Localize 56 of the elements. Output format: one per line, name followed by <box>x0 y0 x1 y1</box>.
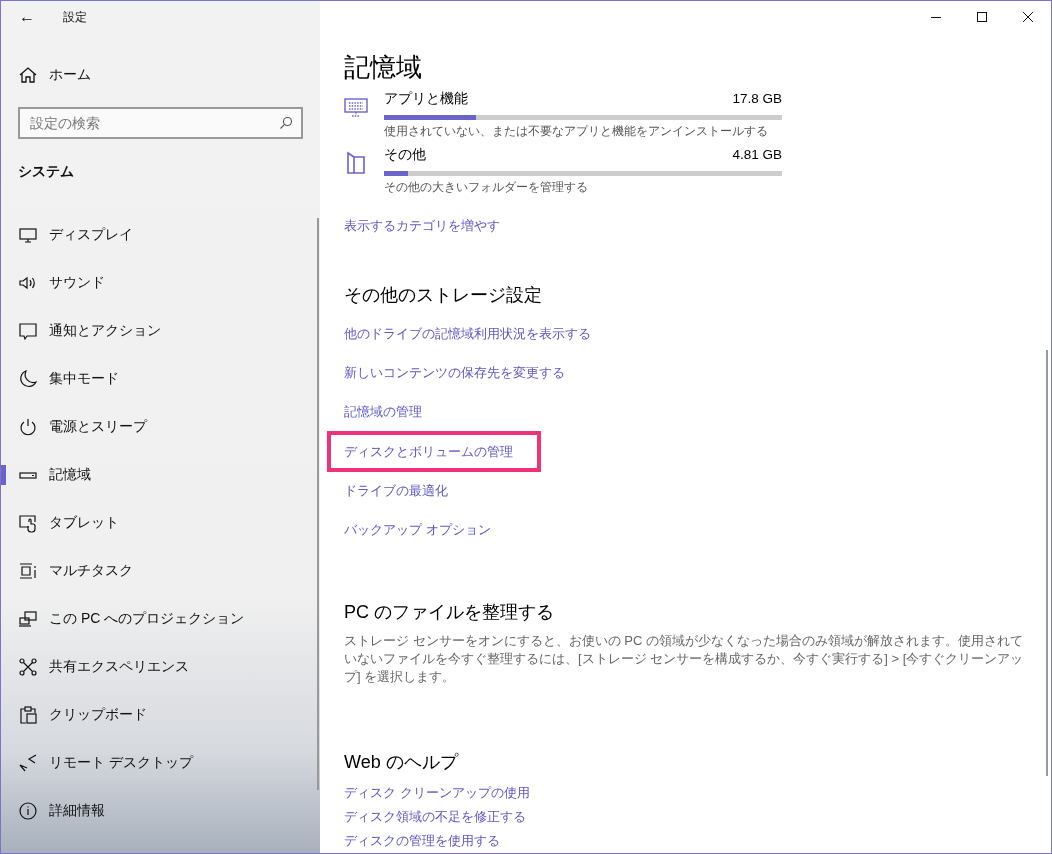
more-categories-link[interactable]: 表示するカテゴリを増やす <box>344 217 500 235</box>
category-size: 4.81 GB <box>732 146 782 164</box>
section-heading: Web のヘルプ <box>344 751 460 774</box>
settings-link[interactable]: 記憶域の管理 <box>344 403 422 421</box>
keyboard-icon <box>344 95 368 119</box>
help-link[interactable]: ディスク クリーンアップの使用 <box>344 784 530 802</box>
maximize-icon <box>977 12 987 22</box>
help-link[interactable]: ディスク領域の不足を修正する <box>344 808 526 826</box>
nav-item[interactable]: 詳細情報 <box>1 787 320 835</box>
tablet-icon <box>18 513 38 533</box>
section-heading: PC のファイルを整理する <box>344 601 555 624</box>
home-nav-item[interactable]: ホーム <box>1 57 320 93</box>
nav-item[interactable]: クリップボード <box>1 691 320 739</box>
multitask-icon <box>18 561 38 581</box>
category-name: その他 <box>384 146 426 164</box>
nav-item[interactable]: タブレット <box>1 499 320 547</box>
settings-link[interactable]: ディスクとボリュームの管理 <box>344 444 513 459</box>
nav-item[interactable]: ディスプレイ <box>1 211 320 259</box>
category-name: アプリと機能 <box>384 90 468 108</box>
help-link[interactable]: ディスクの管理を使用する <box>344 832 500 850</box>
category-size: 17.8 GB <box>732 90 782 108</box>
nav-item[interactable]: マルチタスク <box>1 547 320 595</box>
back-button[interactable]: ← <box>1 1 49 33</box>
folder-icon <box>344 151 368 175</box>
nav-item[interactable]: サウンド <box>1 259 320 307</box>
clipboard-icon <box>18 705 38 725</box>
cleanup-description: ストレージ センサーをオンにすると、お使いの PC の領域が少なくなった場合のみ領域が解放されます。使用されていないファイルを今すぐ整理するには、[ストレージ センサーを構成するか、今すぐ実行する] > [今すぐクリーンアップ] を選択します。 <box>344 632 1024 686</box>
power-icon <box>18 417 38 437</box>
settings-link[interactable]: バックアップ オプション <box>344 521 491 539</box>
settings-link[interactable]: 他のドライブの記憶域利用状況を表示する <box>344 325 591 343</box>
nav-item[interactable]: 通知とアクション <box>1 307 320 355</box>
projection-icon <box>18 609 38 629</box>
nav-item[interactable]: 共有エクスペリエンス <box>1 643 320 691</box>
page-title: 記憶域 <box>344 51 423 83</box>
remote-desktop-icon <box>18 753 38 773</box>
search-field[interactable]: 設定の検索 <box>18 107 303 139</box>
nav-item[interactable]: 電源とスリープ <box>1 403 320 451</box>
nav-item[interactable]: この PC へのプロジェクション <box>1 595 320 643</box>
section-heading: その他のストレージ設定 <box>344 284 543 307</box>
nav-item[interactable]: 集中モード <box>1 355 320 403</box>
home-icon <box>18 65 38 85</box>
close-icon <box>1023 12 1033 22</box>
moon-icon <box>18 369 38 389</box>
info-icon <box>18 801 38 821</box>
settings-link[interactable]: 新しいコンテンツの保存先を変更する <box>344 364 565 382</box>
category-description: その他の大きいフォルダーを管理する <box>384 179 589 195</box>
share-icon <box>18 657 38 677</box>
monitor-icon <box>18 225 38 245</box>
nav-item[interactable]: リモート デスクトップ <box>1 739 320 787</box>
nav-item[interactable]: 記憶域 <box>1 451 320 499</box>
window-title: 設定 <box>63 8 87 26</box>
search-icon <box>279 116 293 130</box>
settings-link[interactable]: ドライブの最適化 <box>344 482 448 500</box>
section-heading: システム <box>18 163 75 181</box>
category-description: 使用されていない、または不要なアプリと機能をアンインストールする <box>384 123 769 139</box>
message-icon <box>18 321 38 341</box>
